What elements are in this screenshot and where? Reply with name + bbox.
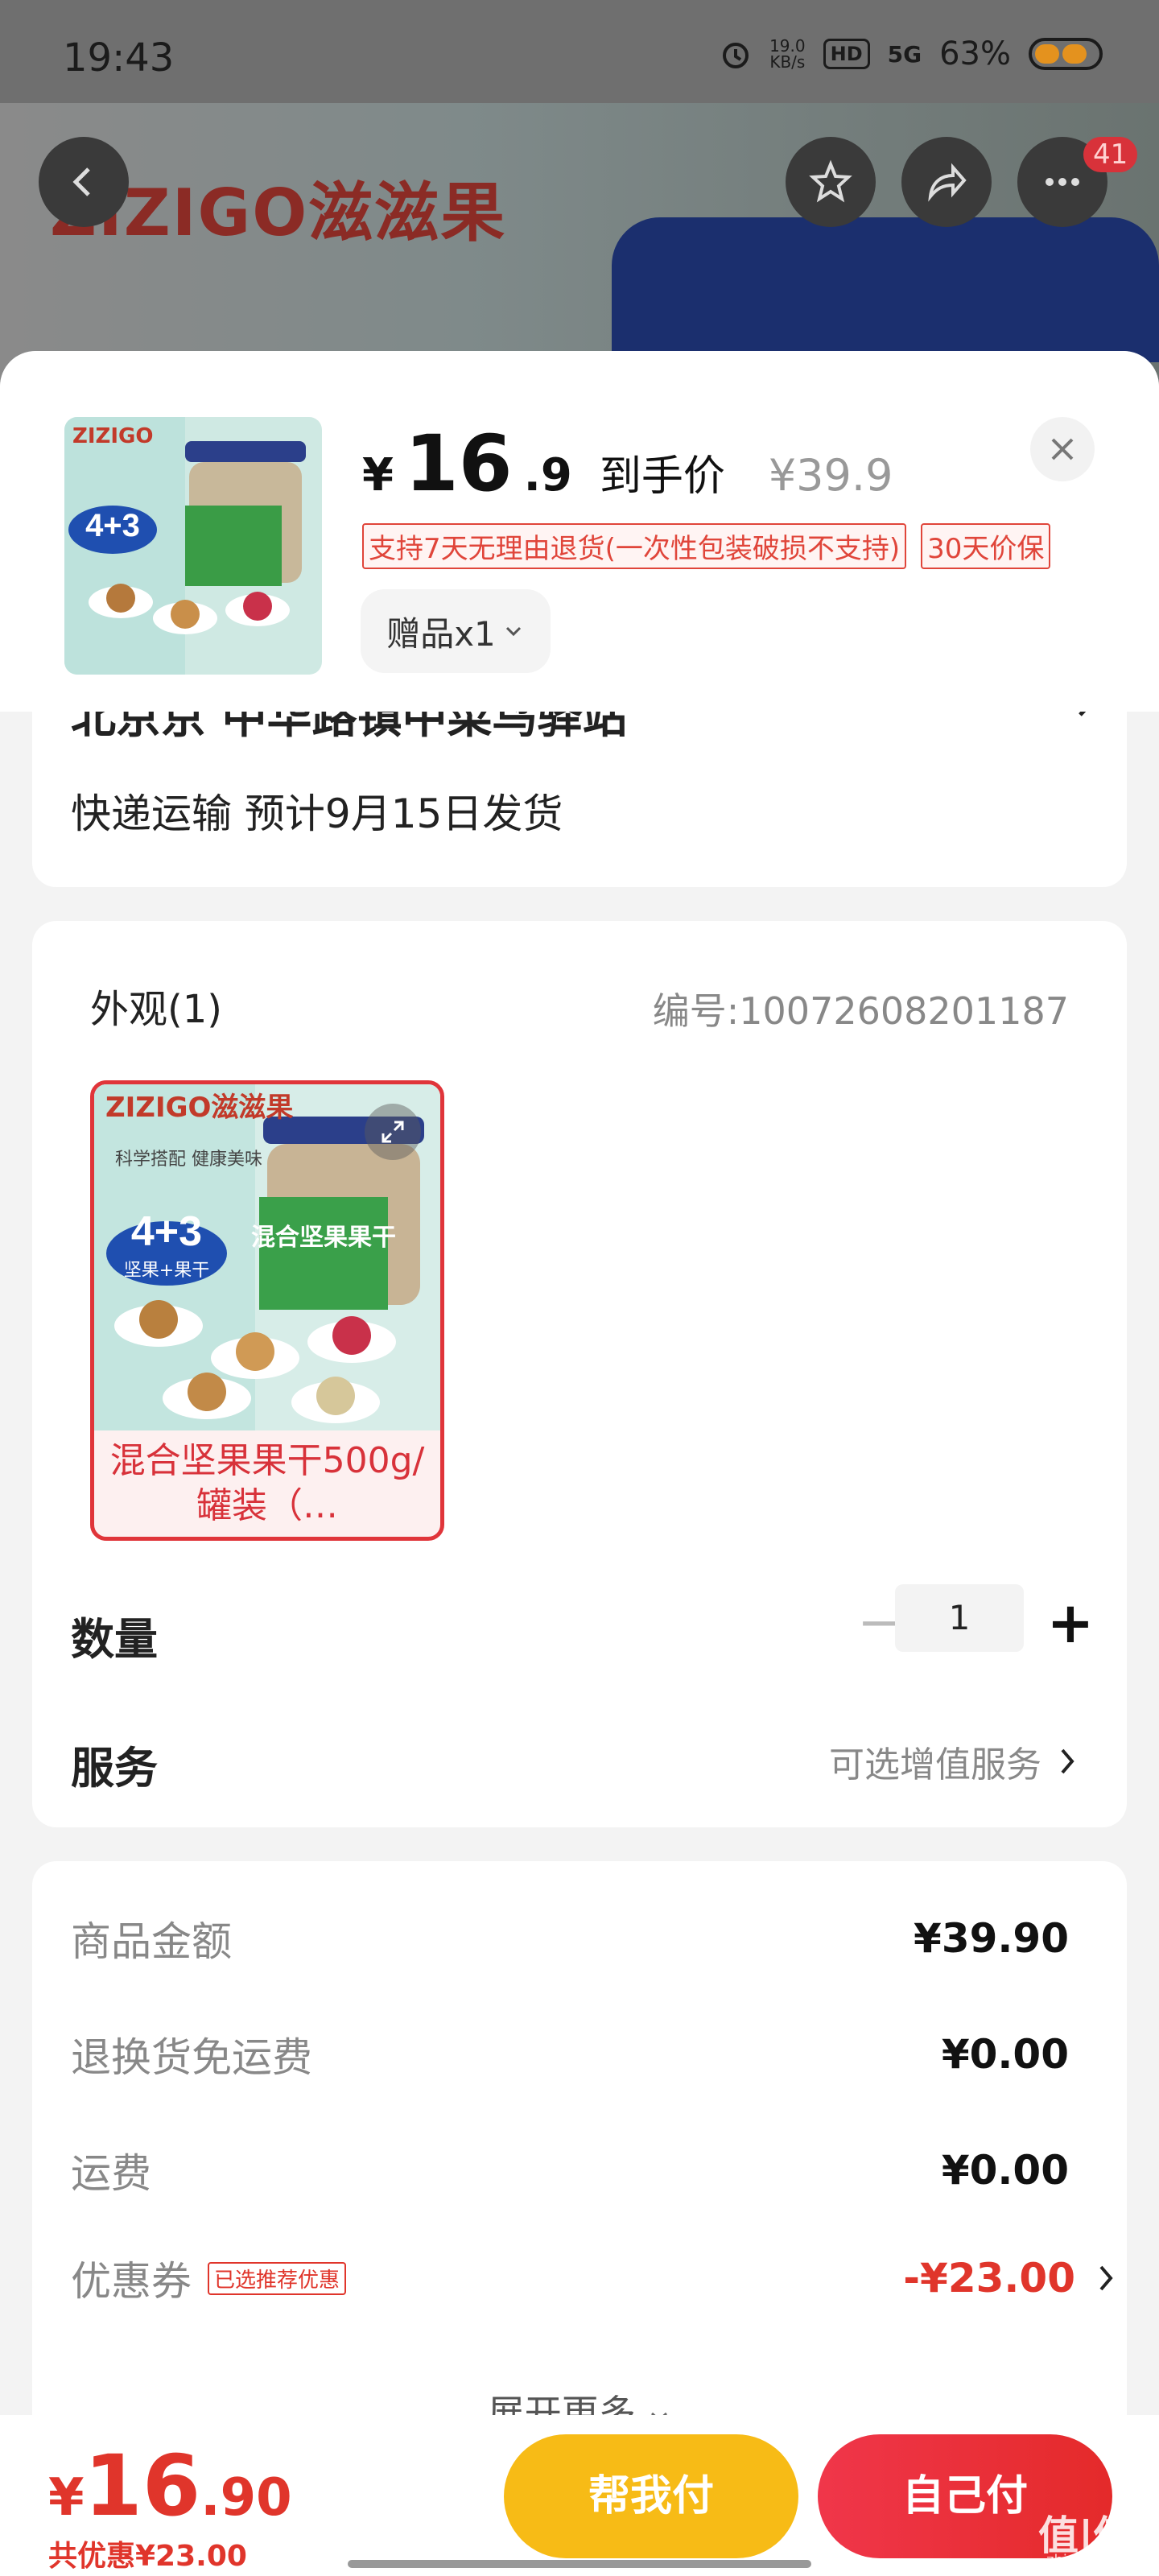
coupon-badge: 已选推荐优惠 — [208, 2261, 347, 2295]
share-icon — [928, 163, 967, 202]
net-speed: 19.0 KB/s — [769, 36, 806, 72]
currency-symbol: ¥ — [362, 449, 394, 502]
fee-label: 运费 — [71, 2150, 151, 2197]
signal-icon: 5G — [887, 40, 922, 68]
footer-price-decimal: .90 — [200, 2468, 292, 2528]
close-icon — [1051, 438, 1074, 460]
fee-row: 运费 ¥0.00 — [71, 2141, 1069, 2199]
purchase-sheet: 4+3 ZIZIGO ¥ 16 .9 到手价 ¥39.9 支持7天无理由退货(一… — [0, 351, 1159, 2576]
fee-value: ¥0.00 — [941, 2031, 1069, 2078]
watermark-url: zhizhizhi.com — [1046, 2552, 1145, 2569]
fee-value: ¥39.90 — [914, 1915, 1069, 1962]
home-indicator[interactable] — [348, 2560, 811, 2568]
original-price: ¥39.9 — [768, 450, 893, 501]
variant-slogan-text: 科学搭配 健康美味 — [115, 1150, 262, 1170]
savings-text: 共优惠¥23.00 — [48, 2540, 247, 2573]
variant-label: 混合坚果果干500g/罐装（… — [109, 1440, 425, 1526]
back-button[interactable] — [39, 137, 129, 227]
variant-option-selected[interactable]: 混合坚果果干 ZIZIGO滋滋果 科学搭配 健康美味 4+3 坚果+果干 混合坚… — [90, 1080, 444, 1541]
battery-percent: 63% — [939, 35, 1011, 72]
back-arrow-icon — [72, 167, 90, 196]
expand-icon[interactable] — [365, 1104, 421, 1160]
share-button[interactable] — [901, 137, 992, 227]
final-price-label: 到手价 — [599, 452, 725, 501]
spec-card: 外观(1) 编号:10072608201187 混合坚果果干 ZIZIGO滋滋果… — [32, 921, 1127, 1827]
quantity-value[interactable]: 1 — [895, 1584, 1024, 1652]
fee-row: 商品金额 ¥39.90 — [71, 1909, 1069, 1967]
spec-title: 外观(1) — [90, 987, 222, 1032]
gift-dropdown[interactable]: 赠品x1 — [361, 589, 551, 673]
fee-value: ¥0.00 — [941, 2147, 1069, 2194]
price-row: ¥ 16 .9 到手价 ¥39.9 — [362, 425, 893, 502]
chevron-right-icon — [1099, 2265, 1113, 2291]
coupon-row[interactable]: 优惠券 已选推荐优惠 -¥23.00 — [71, 2249, 1117, 2307]
status-time: 19:43 — [63, 35, 175, 80]
chevron-down-icon — [505, 626, 521, 637]
svg-text:4+3: 4+3 — [85, 508, 140, 543]
total-price: ¥ 16 .90 — [48, 2444, 292, 2528]
close-button[interactable] — [1030, 417, 1095, 481]
product-thumbnail[interactable]: 4+3 ZIZIGO — [64, 417, 322, 675]
fee-summary-card: 商品金额 ¥39.90 退换货免运费 ¥0.00 运费 ¥0.00 优惠券 已选… — [32, 1861, 1127, 2457]
quantity-label: 数量 — [71, 1614, 158, 1665]
star-icon — [809, 159, 852, 203]
favorite-button[interactable] — [786, 137, 876, 227]
price-decimal: .9 — [523, 449, 572, 502]
more-dots-icon — [1046, 178, 1079, 186]
status-bar: 19:43 19.0 KB/s HD 5G 63% — [0, 0, 1159, 103]
alarm-icon — [723, 43, 749, 68]
fee-label: 商品金额 — [71, 1918, 232, 1965]
jar-lid-image — [612, 217, 1159, 362]
service-selector[interactable]: 可选增值服务 — [829, 1736, 1079, 1787]
sheet-header: 4+3 ZIZIGO ¥ 16 .9 到手价 ¥39.9 支持7天无理由退货(一… — [0, 351, 1159, 712]
notification-badge: 41 — [1083, 137, 1138, 172]
svg-text:ZIZIGO: ZIZIGO — [72, 424, 154, 448]
service-tags: 支持7天无理由退货(一次性包装破损不支持) 30天价保 — [362, 523, 1051, 569]
gift-label: 赠品x1 — [386, 613, 496, 654]
service-value: 可选增值服务 — [829, 1744, 1041, 1785]
checkout-footer: ¥ 16 .90 共优惠¥23.00 帮我付 自己付 — [0, 2415, 1159, 2576]
quantity-increment-button[interactable]: + — [1038, 1591, 1103, 1655]
service-label: 服务 — [71, 1743, 158, 1794]
variant-sub-text: 坚果+果干 — [124, 1261, 209, 1281]
battery-icon — [1029, 38, 1103, 70]
price-integer: 16 — [404, 419, 513, 509]
coupon-value: -¥23.00 — [903, 2255, 1075, 2301]
fee-label: 退换货免运费 — [71, 2034, 312, 2081]
product-code: 编号:10072608201187 — [652, 989, 1069, 1033]
price-protect-tag: 30天价保 — [921, 523, 1051, 569]
help-pay-button[interactable]: 帮我付 — [504, 2434, 798, 2558]
footer-currency: ¥ — [48, 2468, 85, 2528]
variant-box-text: 混合坚果果干 — [251, 1224, 396, 1252]
status-icons: 19.0 KB/s HD 5G 63% — [720, 35, 1103, 72]
shipping-estimate: 快递运输 预计9月15日发货 — [71, 791, 563, 837]
footer-price-integer: 16 — [84, 2437, 201, 2535]
fee-row: 退换货免运费 ¥0.00 — [71, 2025, 1069, 2083]
hd-icon: HD — [823, 39, 870, 69]
return-policy-tag: 支持7天无理由退货(一次性包装破损不支持) — [362, 523, 907, 569]
chevron-right-icon — [1061, 1748, 1074, 1774]
coupon-label: 优惠券 — [71, 2258, 192, 2305]
variant-brand-text: ZIZIGO滋滋果 — [105, 1092, 293, 1124]
variant-big-text: 4+3 — [131, 1208, 202, 1255]
